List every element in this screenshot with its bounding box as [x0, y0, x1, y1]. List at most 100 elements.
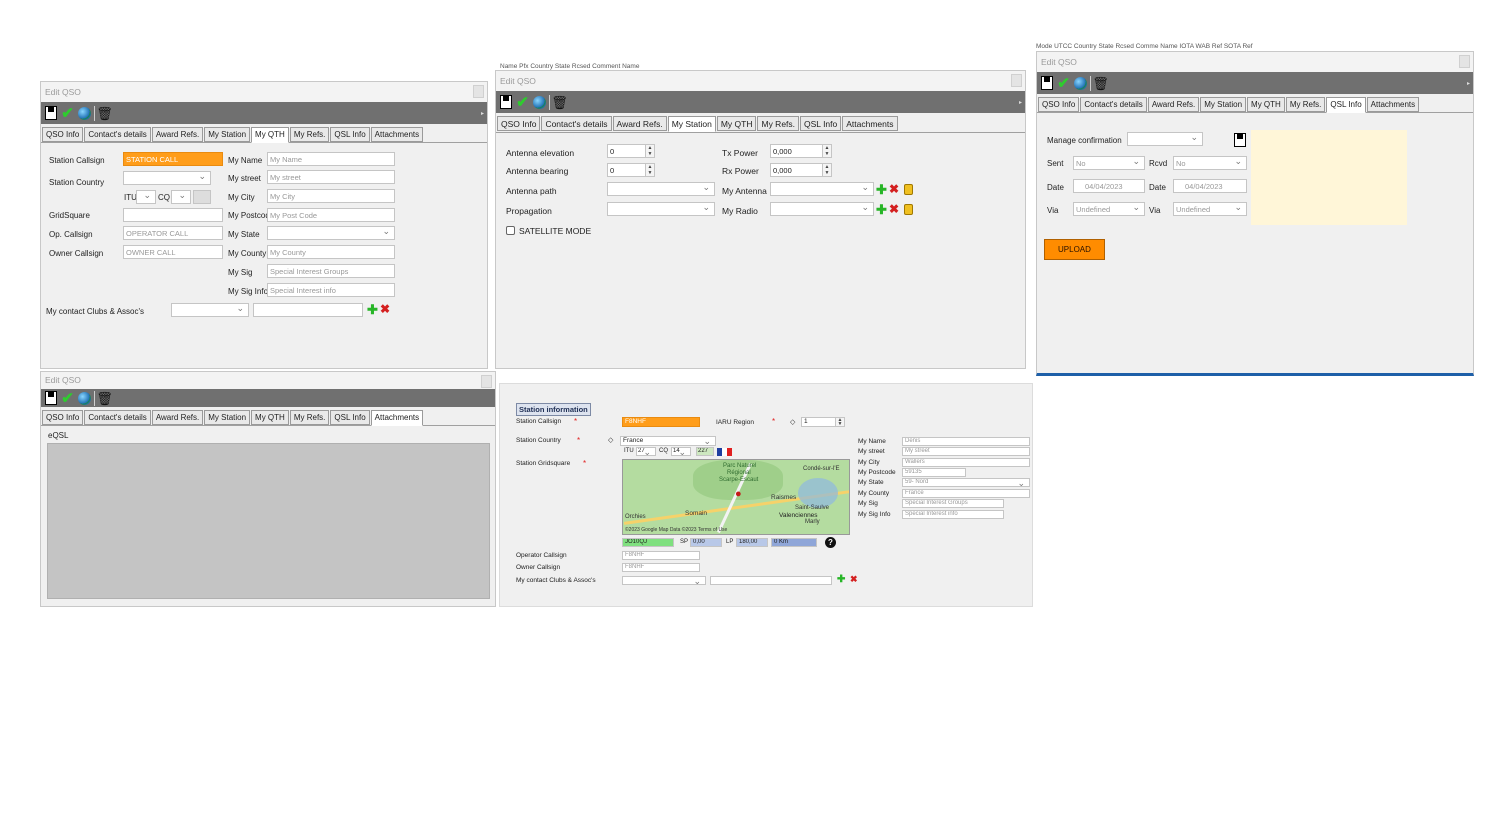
- lock-icon[interactable]: [904, 204, 913, 215]
- tab-my-station[interactable]: My Station: [204, 410, 251, 425]
- upload-button[interactable]: UPLOAD: [1044, 239, 1105, 260]
- dxcc-box[interactable]: [193, 190, 211, 204]
- validate-check-icon[interactable]: ✔: [515, 94, 530, 111]
- spinner-arrows-icon[interactable]: ▲ ▼: [835, 418, 844, 426]
- globe-icon[interactable]: [1073, 75, 1088, 92]
- tab-my-station[interactable]: My Station: [1200, 97, 1247, 112]
- add-club-icon[interactable]: ✚: [367, 303, 378, 316]
- my-city-field[interactable]: Wallers: [902, 458, 1030, 467]
- sp-field[interactable]: 0,00: [690, 538, 722, 547]
- tab-my-refs[interactable]: My Refs.: [757, 116, 800, 131]
- my-state-select[interactable]: [267, 226, 395, 240]
- trash-icon[interactable]: 🗑: [551, 94, 568, 111]
- save-icon[interactable]: [1039, 75, 1054, 92]
- my-sig-info-field[interactable]: Special Interest info: [902, 510, 1004, 519]
- tab-my-refs[interactable]: My Refs.: [289, 410, 330, 425]
- clubs-select[interactable]: [622, 576, 706, 585]
- my-postcode-field[interactable]: 59135: [902, 468, 966, 477]
- propagation-select[interactable]: [607, 202, 715, 216]
- satellite-mode-checkbox[interactable]: [506, 226, 515, 235]
- owner-callsign-field[interactable]: OWNER CALL: [123, 245, 223, 259]
- tab-my-station[interactable]: My Station: [667, 116, 716, 132]
- gridsquare-field[interactable]: JO10QJ: [622, 538, 674, 547]
- cq-select[interactable]: 14: [671, 447, 691, 456]
- tab-qsl-info[interactable]: QSL Info: [330, 127, 370, 142]
- tab-award-refs[interactable]: Award Refs.: [151, 127, 204, 142]
- cq-select[interactable]: [171, 190, 191, 204]
- tab-contacts-details[interactable]: Contact's details: [1080, 97, 1147, 112]
- tab-award-refs[interactable]: Award Refs.: [612, 116, 667, 131]
- station-callsign-field[interactable]: F8NHF: [622, 417, 700, 427]
- tab-my-qth[interactable]: My QTH: [251, 127, 289, 143]
- eqsl-image-area[interactable]: [47, 443, 490, 599]
- lp-field[interactable]: 180,00: [736, 538, 768, 547]
- tab-qso-info[interactable]: QSO Info: [497, 116, 541, 131]
- tab-attachments[interactable]: Attachments: [842, 116, 898, 131]
- remove-club-icon[interactable]: ✖: [380, 303, 390, 315]
- tab-my-station[interactable]: My Station: [204, 127, 251, 142]
- clubs-select[interactable]: [171, 303, 249, 317]
- station-country-select[interactable]: [123, 171, 211, 185]
- tab-attachments[interactable]: Attachments: [370, 410, 424, 426]
- add-antenna-icon[interactable]: ✚: [876, 183, 887, 196]
- my-street-field[interactable]: My street: [902, 447, 1030, 456]
- close-button[interactable]: [1011, 74, 1022, 87]
- close-button[interactable]: [481, 375, 492, 388]
- date-rcvd-picker[interactable]: 04/04/2023: [1173, 179, 1247, 193]
- add-radio-icon[interactable]: ✚: [876, 203, 887, 216]
- my-sig-field[interactable]: Special Interest Groups: [902, 499, 1004, 508]
- tab-attachments[interactable]: Attachments: [1366, 97, 1420, 112]
- itu-select[interactable]: [136, 190, 156, 204]
- dxcc-field[interactable]: 227: [696, 447, 714, 456]
- trash-icon[interactable]: 🗑: [96, 105, 113, 122]
- lock-icon[interactable]: [904, 184, 913, 195]
- antenna-bearing-spinner[interactable]: 0 ▲ ▼: [607, 163, 655, 177]
- diamond-icon[interactable]: ◇: [608, 436, 613, 444]
- my-postcode-field[interactable]: My Post Code: [267, 208, 395, 222]
- tx-power-spinner[interactable]: 0,000 ▲ ▼: [770, 144, 832, 158]
- my-city-field[interactable]: My City: [267, 189, 395, 203]
- tab-qso-info[interactable]: QSO Info: [42, 127, 84, 142]
- my-sig-field[interactable]: Special Interest Groups: [267, 264, 395, 278]
- my-radio-select[interactable]: [770, 202, 874, 216]
- tab-my-qth[interactable]: My QTH: [251, 410, 289, 425]
- tab-qso-info[interactable]: QSO Info: [42, 410, 84, 425]
- tab-qsl-info[interactable]: QSL Info: [1326, 97, 1366, 113]
- antenna-path-select[interactable]: [607, 182, 715, 196]
- globe-icon[interactable]: [77, 390, 92, 407]
- station-map[interactable]: Parc Naturel Régional Scarpe-Escaut Cond…: [622, 459, 850, 535]
- save-icon[interactable]: [43, 105, 58, 122]
- owner-callsign-field[interactable]: F8NHF: [622, 563, 700, 572]
- spinner-arrows-icon[interactable]: ▲ ▼: [645, 164, 654, 176]
- spinner-arrows-icon[interactable]: ▲ ▼: [822, 145, 831, 157]
- station-callsign-field[interactable]: STATION CALL: [123, 152, 223, 166]
- save-icon[interactable]: [43, 390, 58, 407]
- diamond-icon[interactable]: ◇: [790, 418, 795, 426]
- rx-power-spinner[interactable]: 0,000 ▲ ▼: [770, 163, 832, 177]
- clubs-field[interactable]: [253, 303, 363, 317]
- tab-qso-info[interactable]: QSO Info: [1038, 97, 1080, 112]
- itu-select[interactable]: 27: [636, 447, 656, 456]
- antenna-elevation-spinner[interactable]: 0 ▲ ▼: [607, 144, 655, 158]
- remove-club-icon[interactable]: ✖: [850, 575, 858, 584]
- remove-antenna-icon[interactable]: ✖: [889, 183, 899, 195]
- globe-icon[interactable]: [532, 94, 547, 111]
- tab-award-refs[interactable]: Award Refs.: [1147, 97, 1200, 112]
- tab-my-refs[interactable]: My Refs.: [289, 127, 330, 142]
- tab-contacts-details[interactable]: Contact's details: [84, 410, 151, 425]
- sent-select[interactable]: No: [1073, 156, 1145, 170]
- my-street-field[interactable]: My street: [267, 170, 395, 184]
- via-rcvd-select[interactable]: Undefined: [1173, 202, 1247, 216]
- tab-qsl-info[interactable]: QSL Info: [800, 116, 842, 131]
- close-button[interactable]: [1459, 55, 1470, 68]
- globe-icon[interactable]: [77, 105, 92, 122]
- gridsquare-field[interactable]: [123, 208, 223, 222]
- my-name-field[interactable]: My Name: [267, 152, 395, 166]
- remove-radio-icon[interactable]: ✖: [889, 203, 899, 215]
- close-button[interactable]: [473, 85, 484, 98]
- spinner-arrows-icon[interactable]: ▲ ▼: [645, 145, 654, 157]
- distance-field[interactable]: 0 Km: [771, 538, 817, 547]
- help-icon[interactable]: ?: [825, 537, 836, 548]
- trash-icon[interactable]: 🗑: [1092, 75, 1109, 92]
- trash-icon[interactable]: 🗑: [96, 390, 113, 407]
